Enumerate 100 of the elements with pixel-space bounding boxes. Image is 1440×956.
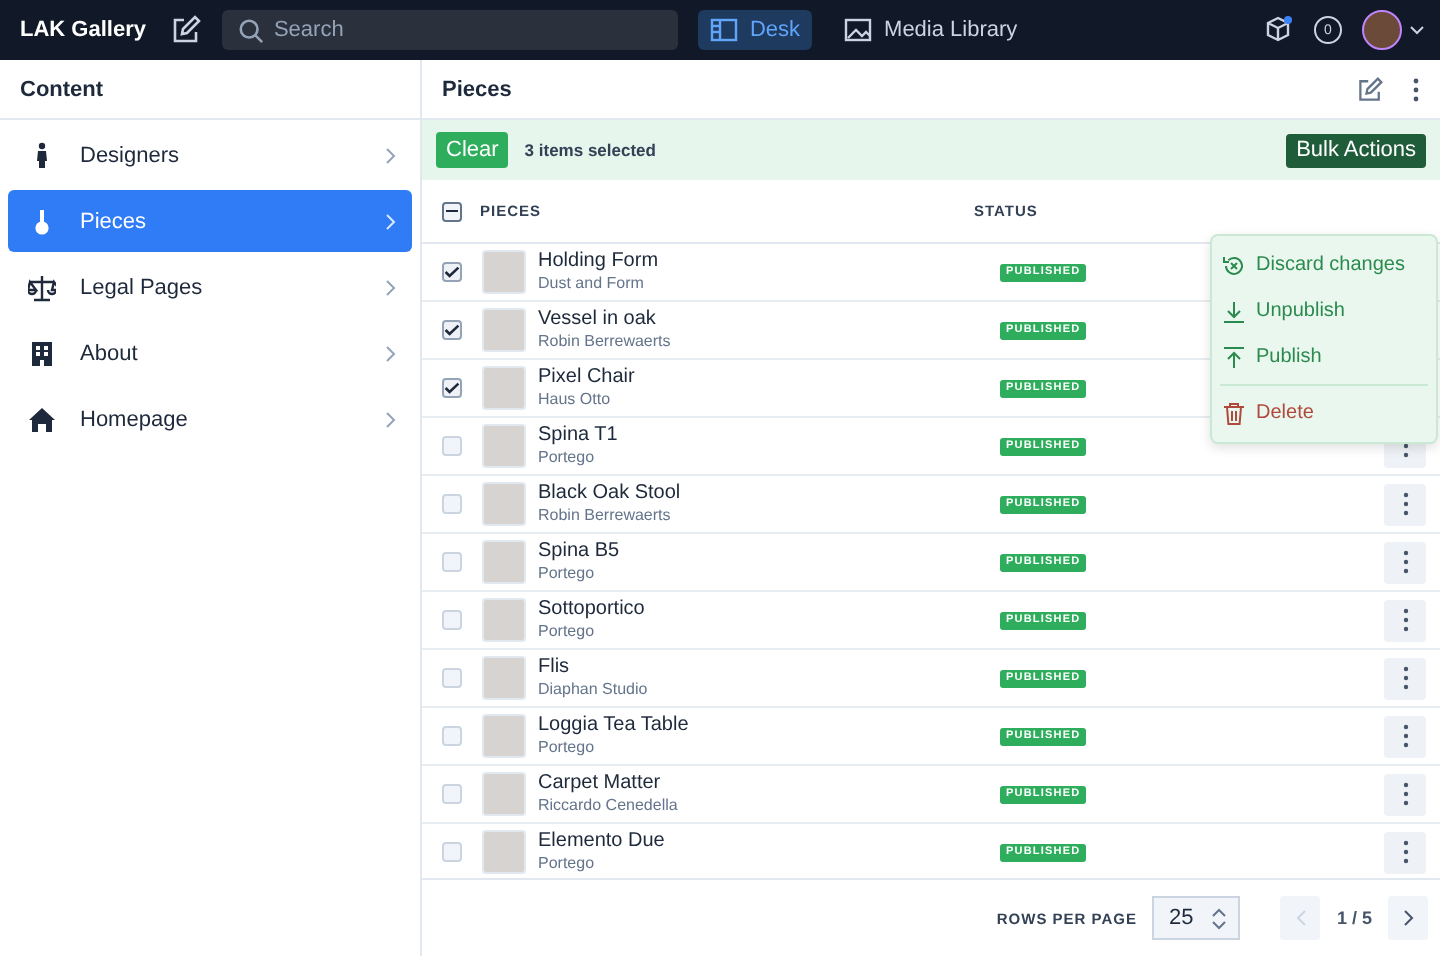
row-actions-button[interactable]	[1384, 599, 1426, 641]
photo-placeholder	[482, 830, 526, 874]
more-icon	[1401, 840, 1409, 864]
download-icon	[1222, 299, 1246, 323]
sidebar-item[interactable]: Designers	[8, 124, 412, 186]
row-actions-button[interactable]	[1384, 831, 1426, 873]
upload-icon	[1222, 345, 1246, 369]
piece-title[interactable]: Elemento Due	[538, 830, 1000, 854]
layout-icon	[709, 18, 738, 42]
avatar[interactable]	[1362, 10, 1402, 50]
designer-name: Robin Berrewaerts	[538, 332, 673, 352]
piece-title[interactable]: Pixel Chair	[538, 366, 1000, 390]
chevron-right-icon	[386, 147, 396, 163]
row-checkbox[interactable]	[442, 378, 462, 398]
photo-placeholder	[482, 250, 526, 294]
photo-placeholder	[482, 366, 526, 410]
designer-name: Riccardo Cenedella	[538, 796, 680, 816]
photo-placeholder	[482, 540, 526, 584]
select-all-checkbox[interactable]	[442, 201, 462, 221]
row-checkbox[interactable]	[442, 320, 462, 340]
designer-name: Haus Otto	[538, 390, 613, 410]
designer-name: Robin Berrewaerts	[538, 506, 673, 526]
piece-title[interactable]: Vessel in oak	[538, 308, 1000, 332]
row-checkbox[interactable]	[442, 842, 462, 862]
more-icon	[1401, 724, 1409, 748]
more-icon	[1401, 782, 1409, 806]
designer-name: Dust and Form	[538, 274, 646, 294]
more-icon	[1401, 666, 1409, 690]
piece-title[interactable]: Spina T1	[538, 424, 1000, 448]
row-checkbox[interactable]	[442, 610, 462, 630]
piece-title[interactable]: Loggia Tea Table	[538, 714, 1000, 738]
designer-name: Portego	[538, 738, 597, 758]
scale-icon	[28, 273, 56, 301]
photo-placeholder	[482, 424, 526, 468]
piece-title[interactable]: Sottoportico	[538, 598, 1000, 622]
nav-tab[interactable]: Media Library	[832, 10, 1030, 50]
row-actions-button[interactable]	[1384, 483, 1426, 525]
next-page-button[interactable]	[1388, 896, 1428, 940]
pane-title: Pieces	[442, 77, 512, 101]
brand-name[interactable]: LAK Gallery	[20, 18, 146, 42]
piece-title[interactable]: Spina B5	[538, 540, 1000, 564]
nav-tab[interactable]: Desk	[697, 10, 813, 50]
rows-per-page-select[interactable]: 25	[1152, 896, 1241, 940]
row-checkbox[interactable]	[442, 436, 462, 456]
building-icon	[28, 339, 56, 367]
designer-name: Portego	[538, 564, 597, 584]
row-checkbox[interactable]	[442, 784, 462, 804]
sidebar-item[interactable]: Homepage	[8, 388, 412, 450]
chevron-right-icon	[386, 345, 396, 361]
piece-title[interactable]: Flis	[538, 656, 1000, 680]
search-icon	[237, 18, 264, 44]
chevron-right-icon	[386, 279, 396, 295]
menu-item[interactable]: Delete	[1212, 390, 1436, 436]
up-down-caret-icon	[1212, 907, 1227, 929]
menu-item[interactable]: Publish	[1212, 334, 1436, 380]
more-icon	[1401, 550, 1409, 574]
row-checkbox[interactable]	[442, 262, 462, 282]
bulk-actions-button[interactable]: Bulk Actions	[1286, 133, 1426, 167]
row-checkbox[interactable]	[442, 668, 462, 688]
edit-icon[interactable]	[169, 14, 202, 46]
trash-icon	[1222, 401, 1246, 425]
row-actions-button[interactable]	[1384, 715, 1426, 757]
designer-name: Diaphan Studio	[538, 680, 650, 700]
designer-name: Portego	[538, 854, 597, 874]
page-indicator: 1 / 5	[1336, 908, 1372, 928]
row-checkbox[interactable]	[442, 494, 462, 514]
photo-placeholder	[482, 656, 526, 700]
piece-title[interactable]: Black Oak Stool	[538, 482, 1000, 506]
selection-count: 3 items selected	[524, 140, 656, 160]
menu-item[interactable]: Discard changes	[1212, 242, 1436, 288]
row-checkbox[interactable]	[442, 552, 462, 572]
photo-placeholder	[482, 598, 526, 642]
sidebar-item[interactable]: About	[8, 322, 412, 384]
row-actions-button[interactable]	[1384, 773, 1426, 815]
chevron-right-icon	[1403, 910, 1413, 926]
piece-title[interactable]: Carpet Matter	[538, 772, 1000, 796]
chevron-left-icon	[1295, 910, 1306, 926]
chevron-right-icon	[386, 411, 396, 427]
menu-item[interactable]: Unpublish	[1212, 288, 1436, 334]
more-icon	[1401, 492, 1409, 516]
sidebar-item[interactable]: Legal Pages	[8, 256, 412, 318]
row-actions-button[interactable]	[1384, 657, 1426, 699]
more-icon[interactable]	[1412, 77, 1420, 101]
photo-placeholder	[482, 482, 526, 526]
piece-title[interactable]: Holding Form	[538, 250, 1000, 274]
chevron-right-icon	[386, 213, 396, 229]
photo-placeholder	[482, 714, 526, 758]
photo-placeholder	[482, 308, 526, 352]
home-icon	[28, 405, 56, 433]
search-field[interactable]: Search	[221, 10, 678, 50]
row-checkbox[interactable]	[442, 726, 462, 746]
cube-icon[interactable]	[1262, 14, 1294, 46]
row-actions-button[interactable]	[1384, 541, 1426, 583]
designer-name: Portego	[538, 448, 597, 468]
designer-name: Portego	[538, 622, 597, 642]
sidebar-item[interactable]: Pieces	[8, 190, 412, 252]
more-icon	[1401, 608, 1409, 632]
image-icon	[844, 18, 873, 42]
discard-icon	[1222, 253, 1246, 277]
caret-icon[interactable]	[1410, 25, 1424, 35]
